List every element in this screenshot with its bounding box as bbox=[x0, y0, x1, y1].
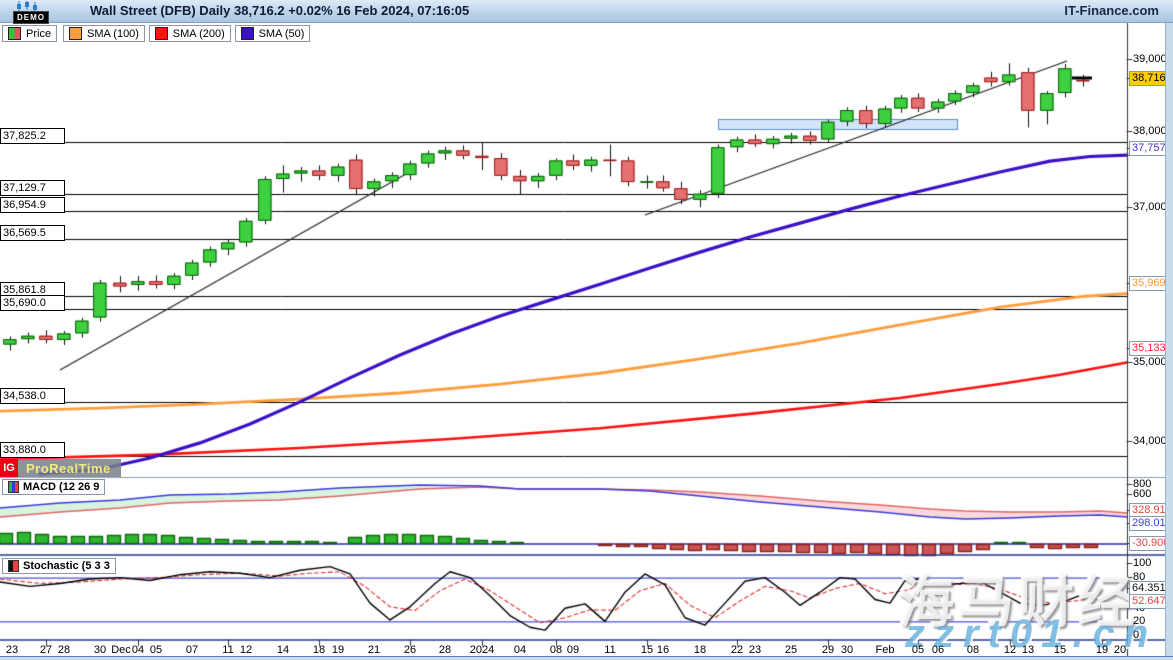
xaxis-date-label: 21 bbox=[368, 644, 380, 656]
legend-chip-sma-200-[interactable]: SMA (200) bbox=[149, 25, 231, 42]
xaxis-date-label: 18 bbox=[313, 644, 325, 656]
xaxis-date-label: 05 bbox=[150, 644, 162, 656]
window-frame-bottom bbox=[0, 656, 1173, 660]
xaxis-date-label: Dec bbox=[111, 644, 131, 656]
xaxis-date-label: 22 bbox=[731, 644, 743, 656]
xaxis-date-label: 19 bbox=[332, 644, 344, 656]
right-axis-value-badge: 52.647 bbox=[1129, 594, 1169, 609]
right-axis-label: 20 bbox=[1133, 615, 1145, 627]
right-axis-label: 0 bbox=[1133, 629, 1139, 641]
legend-label: Price bbox=[26, 28, 51, 40]
xaxis-date-label: 06 bbox=[932, 644, 944, 656]
price-level-label[interactable]: 37,129.7 bbox=[0, 180, 65, 196]
stochastic-icon bbox=[8, 560, 19, 572]
mini-candlestick-icon bbox=[16, 1, 40, 11]
instrument-title: Wall Street (DFB) Daily 38,716.2 +0.02% … bbox=[90, 3, 469, 18]
xaxis-date-label: 26 bbox=[404, 644, 416, 656]
stochastic-indicator-label[interactable]: Stochastic (5 3 3 bbox=[2, 558, 116, 574]
prorealtime-logo: ProRealTime bbox=[18, 459, 121, 477]
sma-series-icon bbox=[155, 27, 168, 40]
xaxis-date-label: 04 bbox=[132, 644, 144, 656]
macd-icon bbox=[8, 481, 19, 493]
price-level-label[interactable]: 36,569.5 bbox=[0, 225, 65, 241]
xaxis-date-label: 11 bbox=[222, 644, 233, 656]
window-frame-right bbox=[1165, 22, 1173, 660]
price-level-label[interactable]: 34,538.0 bbox=[0, 388, 65, 404]
right-axis-label: 37,000 bbox=[1133, 201, 1167, 213]
price-level-label[interactable]: 35,690.0 bbox=[0, 295, 65, 311]
xaxis-date-label: 25 bbox=[785, 644, 797, 656]
legend-label: SMA (200) bbox=[173, 28, 225, 40]
macd-label-text: MACD (12 26 9 bbox=[23, 481, 99, 493]
demo-badge: DEMO bbox=[13, 11, 49, 24]
xaxis-date-label: 15 bbox=[641, 644, 653, 656]
price-series-icon bbox=[8, 27, 21, 40]
right-axis-label: 34,000 bbox=[1133, 435, 1167, 447]
xaxis-date-label: 2024 bbox=[470, 644, 494, 656]
xaxis-date-label: 04 bbox=[514, 644, 526, 656]
xaxis-date-label: 19 bbox=[1096, 644, 1108, 656]
legend-label: SMA (50) bbox=[259, 28, 305, 40]
right-axis-value-badge: 298.01 bbox=[1129, 516, 1169, 531]
ig-logo: IG bbox=[0, 459, 18, 477]
xaxis-date-label: 30 bbox=[94, 644, 106, 656]
xaxis-date-label: 23 bbox=[749, 644, 761, 656]
legend-chip-sma-100-[interactable]: SMA (100) bbox=[63, 25, 145, 42]
sma-series-icon bbox=[241, 27, 254, 40]
xaxis-date-label: 15 bbox=[1054, 644, 1066, 656]
provider-link[interactable]: IT-Finance.com bbox=[1064, 3, 1159, 18]
xaxis-date-label: 18 bbox=[694, 644, 706, 656]
xaxis-date-label: 13 bbox=[1022, 644, 1034, 656]
xaxis-date-label: 28 bbox=[439, 644, 451, 656]
macd-indicator-label[interactable]: MACD (12 26 9 bbox=[2, 479, 105, 495]
right-axis-label: 38,000 bbox=[1133, 125, 1167, 137]
right-axis-label: 35,000 bbox=[1133, 356, 1167, 368]
xaxis-date-label: 29 bbox=[822, 644, 834, 656]
title-bar: DEMO Wall Street (DFB) Daily 38,716.2 +0… bbox=[0, 0, 1173, 23]
price-level-label[interactable]: 33,880.0 bbox=[0, 442, 65, 458]
xaxis-date-label: 20 bbox=[1114, 644, 1126, 656]
legend-chip-price[interactable]: Price bbox=[2, 25, 57, 42]
xaxis-date-label: 16 bbox=[657, 644, 669, 656]
xaxis-date-label: 30 bbox=[841, 644, 853, 656]
price-level-label[interactable]: 36,954.9 bbox=[0, 197, 65, 213]
xaxis-date-label: 09 bbox=[567, 644, 579, 656]
xaxis-date-label: Feb bbox=[876, 644, 895, 656]
xaxis-date-label: 27 bbox=[40, 644, 52, 656]
sma-series-icon bbox=[69, 27, 82, 40]
xaxis-date-label: 12 bbox=[240, 644, 252, 656]
xaxis-date-label: 08 bbox=[550, 644, 562, 656]
xaxis-date-label: 05 bbox=[912, 644, 924, 656]
xaxis-date-label: 14 bbox=[277, 644, 289, 656]
xaxis-date-label: 23 bbox=[6, 644, 18, 656]
xaxis-date-label: 12 bbox=[1004, 644, 1016, 656]
legend-label: SMA (100) bbox=[87, 28, 139, 40]
price-level-label[interactable]: 37,825.2 bbox=[0, 128, 65, 144]
xaxis-date-label: 08 bbox=[967, 644, 979, 656]
trading-chart-window: DEMO Wall Street (DFB) Daily 38,716.2 +0… bbox=[0, 0, 1173, 660]
right-axis-label: 39,000 bbox=[1133, 53, 1167, 65]
legend-chip-sma-50-[interactable]: SMA (50) bbox=[235, 25, 311, 42]
xaxis-date-label: 28 bbox=[58, 644, 70, 656]
right-axis-label: 100 bbox=[1133, 557, 1151, 569]
stochastic-label-text: Stochastic (5 3 3 bbox=[23, 560, 110, 572]
right-axis-label: 600 bbox=[1133, 488, 1151, 500]
xaxis-date-label: 11 bbox=[604, 644, 615, 656]
broker-logo: IG ProRealTime bbox=[0, 459, 121, 477]
xaxis-date-label: 07 bbox=[186, 644, 198, 656]
